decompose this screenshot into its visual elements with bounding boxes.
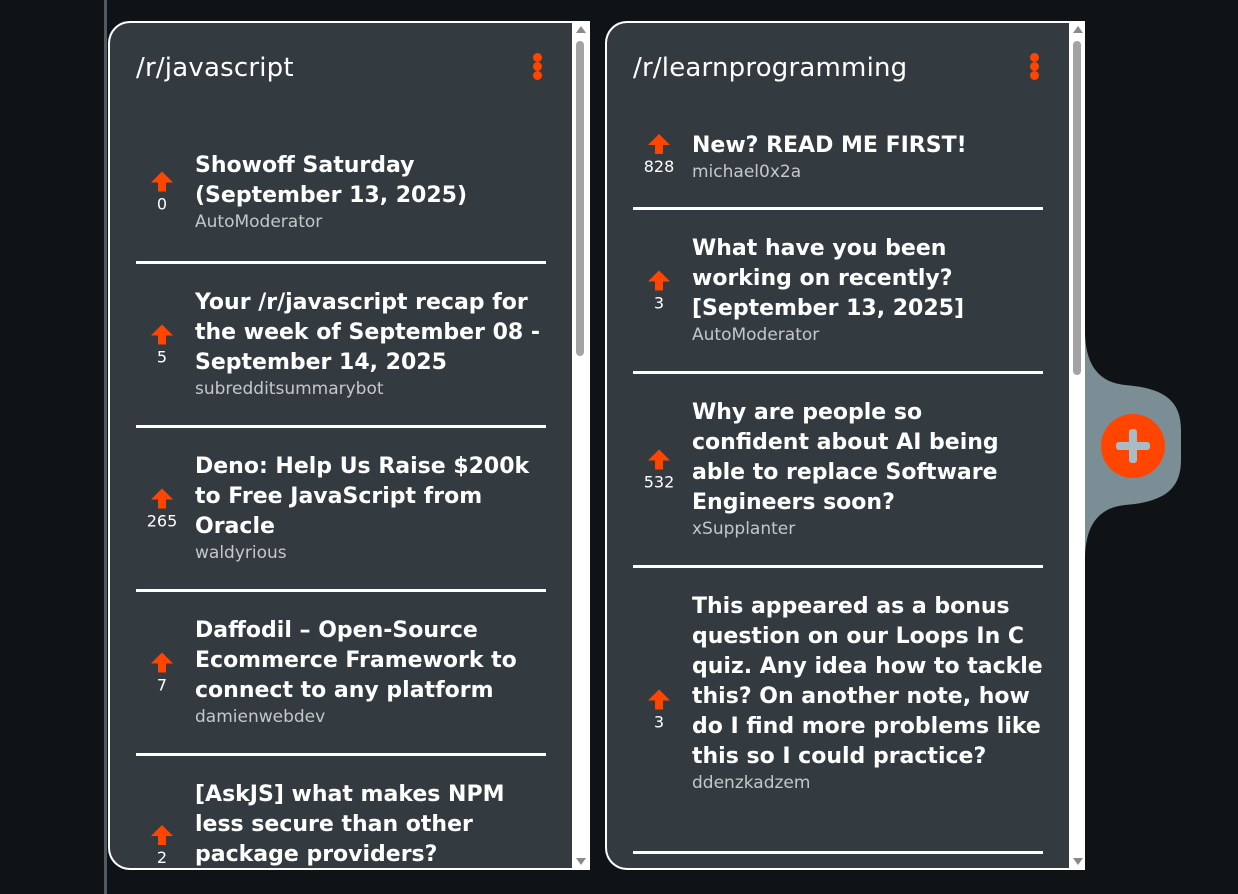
upvote-control[interactable]: 3 xyxy=(633,688,685,731)
post-item[interactable]: 7 Daffodil – Open-Source Ecommerce Frame… xyxy=(136,592,546,756)
arrow-up-icon xyxy=(648,134,670,154)
upvote-control[interactable]: 3 xyxy=(633,269,685,312)
arrow-up-icon xyxy=(151,825,173,845)
lane-scrollbar[interactable] xyxy=(572,21,590,870)
lane-title: /r/javascript xyxy=(136,53,294,83)
scroll-thumb[interactable] xyxy=(576,41,584,356)
vote-count: 532 xyxy=(643,472,675,491)
post-author[interactable]: ddenzkadzem xyxy=(692,772,1043,794)
post-item[interactable]: 5 Your /r/javascript recap for the week … xyxy=(136,264,546,428)
post-author[interactable]: michael0x2a xyxy=(692,161,1043,183)
post-list: 828 New? READ ME FIRST! michael0x2a 3 Wh… xyxy=(607,123,1069,854)
arrow-up-icon xyxy=(648,270,670,290)
arrow-up-icon xyxy=(151,171,173,192)
post-author[interactable]: waldyrious xyxy=(195,542,546,564)
subreddit-lane-javascript: /r/javascript 0 Showoff Saturday (Septem… xyxy=(108,21,572,870)
lane-title: /r/learnprogramming xyxy=(633,53,908,83)
upvote-control[interactable]: 7 xyxy=(136,651,188,694)
lane-scrollbar[interactable] xyxy=(1069,21,1085,870)
scroll-thumb[interactable] xyxy=(1073,41,1081,375)
upvote-control[interactable]: 532 xyxy=(633,448,685,491)
scroll-down-icon[interactable] xyxy=(1073,858,1083,865)
post-title[interactable]: Deno: Help Us Raise $200k to Free JavaSc… xyxy=(195,452,546,542)
page-left-divider xyxy=(104,0,107,894)
post-item[interactable]: 3 This appeared as a bonus question on o… xyxy=(633,568,1043,854)
vote-count: 0 xyxy=(156,194,168,214)
arrow-up-icon xyxy=(648,449,670,469)
arrow-up-icon xyxy=(151,652,173,672)
vote-count: 3 xyxy=(653,293,665,312)
post-item[interactable]: 3 What have you been working on recently… xyxy=(633,210,1043,374)
vote-count: 3 xyxy=(653,712,665,731)
post-title[interactable]: [AskJS] what makes NPM less secure than … xyxy=(195,780,546,868)
post-author[interactable]: subredditsummarybot xyxy=(195,378,546,400)
subreddit-lane-learnprogramming: /r/learnprogramming 828 New? READ ME FIR… xyxy=(605,21,1069,870)
vote-count: 7 xyxy=(156,675,168,694)
post-title[interactable]: Daffodil – Open-Source Ecommerce Framewo… xyxy=(195,616,546,706)
post-title[interactable]: Your /r/javascript recap for the week of… xyxy=(195,288,546,378)
vertical-ellipsis-icon[interactable] xyxy=(1029,53,1039,81)
post-title[interactable]: What have you been working on recently? … xyxy=(692,234,1043,324)
post-author[interactable]: AutoModerator xyxy=(692,324,1043,346)
vote-count: 5 xyxy=(156,347,168,366)
add-lane-button[interactable] xyxy=(1101,414,1165,478)
post-author[interactable]: AutoModerator xyxy=(195,211,546,233)
vote-count: 828 xyxy=(643,157,675,176)
post-item[interactable]: 2 [AskJS] what makes NPM less secure tha… xyxy=(136,756,546,868)
lane-header: /r/javascript xyxy=(110,23,572,113)
post-item[interactable]: 828 New? READ ME FIRST! michael0x2a xyxy=(633,123,1043,210)
vertical-ellipsis-icon[interactable] xyxy=(532,53,542,81)
post-item[interactable]: 0 Showoff Saturday (September 13, 2025) … xyxy=(136,123,546,264)
upvote-control[interactable]: 265 xyxy=(136,487,188,530)
arrow-up-icon xyxy=(151,324,173,344)
scroll-up-icon[interactable] xyxy=(1073,26,1083,33)
upvote-control[interactable]: 828 xyxy=(633,133,685,176)
upvote-control[interactable]: 0 xyxy=(136,171,188,214)
upvote-control[interactable]: 2 xyxy=(136,824,188,867)
post-title[interactable]: Showoff Saturday (September 13, 2025) xyxy=(195,151,546,211)
post-title[interactable]: Why are people so confident about AI bei… xyxy=(692,398,1043,518)
upvote-control[interactable]: 5 xyxy=(136,323,188,366)
scroll-up-icon[interactable] xyxy=(576,26,586,33)
vote-count: 265 xyxy=(146,511,178,530)
post-list: 0 Showoff Saturday (September 13, 2025) … xyxy=(110,123,572,868)
post-author[interactable]: damienwebdev xyxy=(195,706,546,728)
post-author[interactable]: xSupplanter xyxy=(692,518,1043,540)
post-item[interactable]: 532 Why are people so confident about AI… xyxy=(633,374,1043,568)
lane-header: /r/learnprogramming xyxy=(607,23,1069,113)
scroll-down-icon[interactable] xyxy=(576,858,586,865)
post-title[interactable]: This appeared as a bonus question on our… xyxy=(692,592,1043,772)
post-title[interactable]: New? READ ME FIRST! xyxy=(692,131,1043,161)
post-item[interactable]: 265 Deno: Help Us Raise $200k to Free Ja… xyxy=(136,428,546,592)
arrow-up-icon xyxy=(151,488,173,508)
arrow-up-icon xyxy=(648,689,670,709)
vote-count: 2 xyxy=(156,848,168,867)
